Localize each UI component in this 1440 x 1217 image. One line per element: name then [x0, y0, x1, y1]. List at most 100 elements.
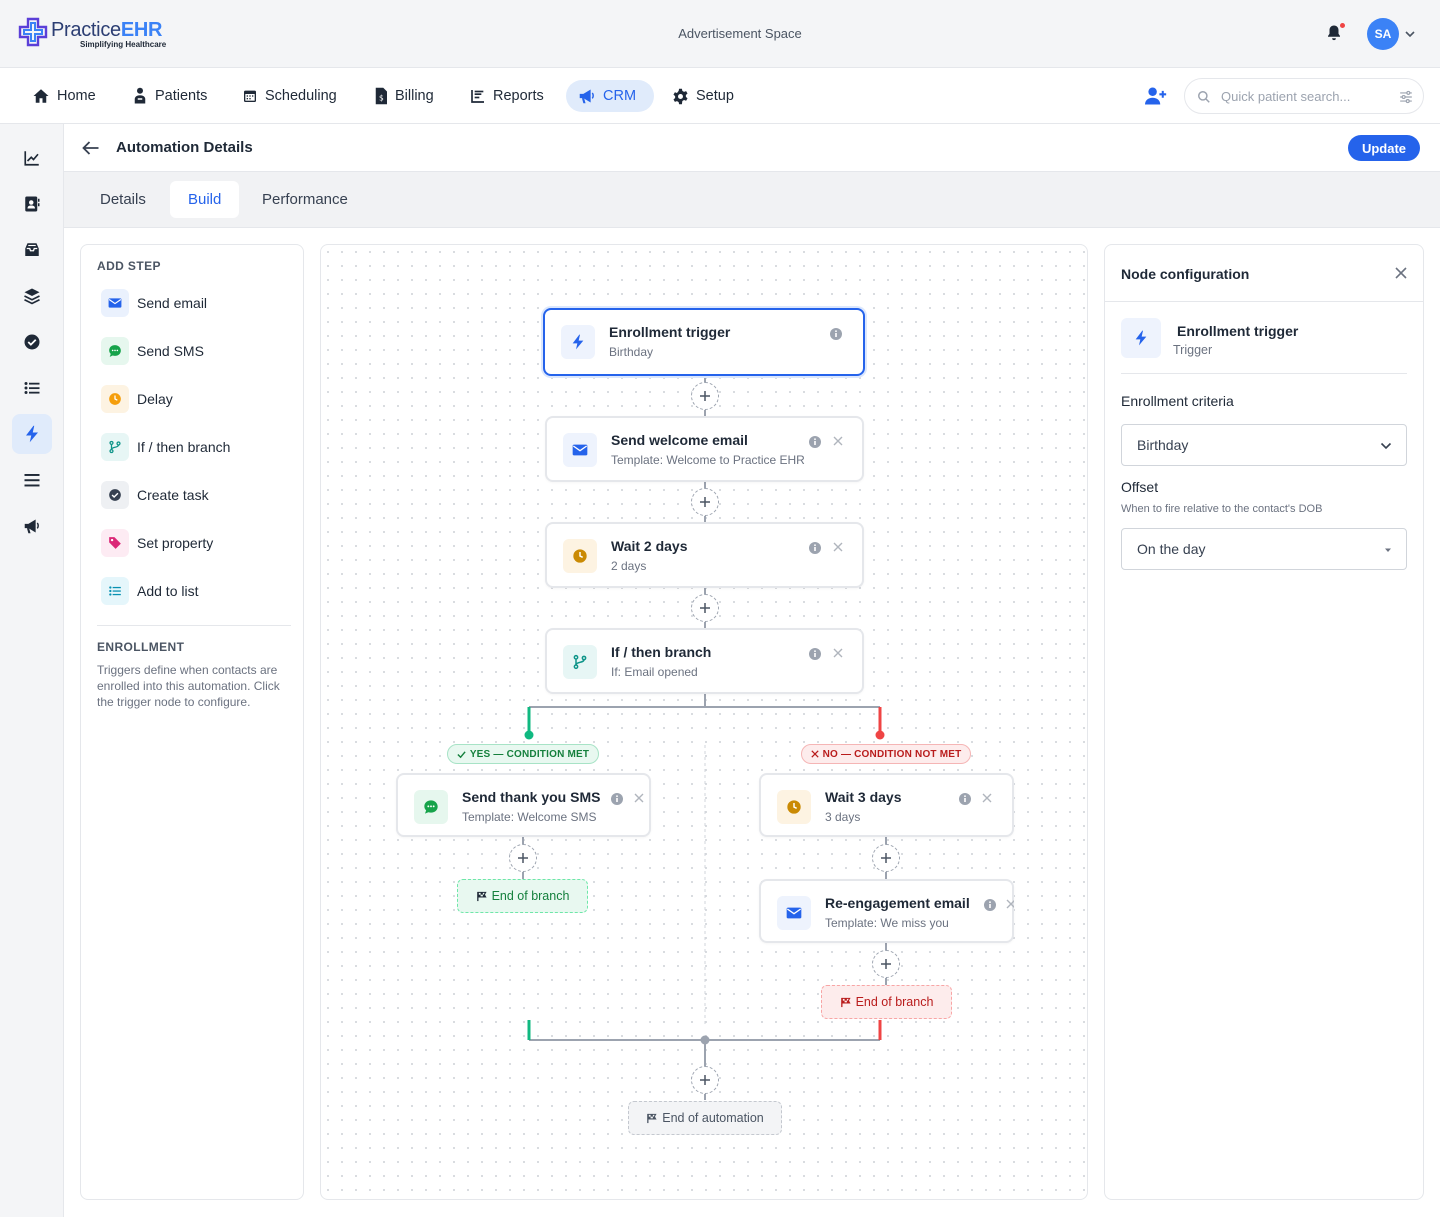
rail-tasks[interactable]: [12, 322, 52, 362]
close-icon[interactable]: [1006, 899, 1014, 909]
page-title: Automation Details: [116, 139, 253, 156]
rail-campaigns[interactable]: [12, 506, 52, 546]
close-icon[interactable]: [833, 542, 843, 552]
offset-label: Offset: [1121, 479, 1159, 495]
step-if-then-branch[interactable]: If / then branch: [101, 432, 230, 462]
close-icon[interactable]: [833, 648, 843, 658]
enrollment-criteria-select[interactable]: Birthday: [1121, 424, 1407, 466]
add-step-plus[interactable]: [509, 844, 537, 872]
close-icon[interactable]: [833, 436, 843, 446]
tab-details[interactable]: Details: [82, 181, 164, 218]
step-add-to-list[interactable]: Add to list: [101, 576, 198, 606]
plus-icon: [881, 853, 891, 863]
chevron-down-icon[interactable]: [1404, 28, 1416, 40]
step-send-sms[interactable]: Send SMS: [101, 336, 204, 366]
add-step-plus[interactable]: [691, 594, 719, 622]
node-title: If / then branch: [611, 644, 712, 660]
config-selected-node: Enrollment trigger Trigger: [1121, 318, 1407, 374]
info-icon[interactable]: [611, 793, 623, 805]
step-send-email[interactable]: Send email: [101, 288, 207, 318]
add-patient-icon[interactable]: [1145, 86, 1167, 106]
info-icon[interactable]: [830, 328, 842, 340]
add-step-plus[interactable]: [691, 488, 719, 516]
home-icon: [33, 89, 49, 103]
clock-icon: [101, 385, 129, 413]
nav-reports[interactable]: Reports: [458, 80, 556, 112]
nav-home-label: Home: [57, 88, 96, 104]
rail-inbox[interactable]: [12, 230, 52, 270]
nav-home[interactable]: Home: [20, 80, 108, 112]
step-label: If / then branch: [137, 439, 231, 455]
rail-lists[interactable]: [12, 368, 52, 408]
tab-bar: Details Build Performance: [64, 172, 1440, 228]
chart-line-icon: [24, 151, 39, 166]
rail-menu[interactable]: [12, 460, 52, 500]
notification-bell-icon[interactable]: [1325, 23, 1345, 42]
gear-icon: [673, 88, 688, 104]
nav-billing[interactable]: $ Billing: [362, 80, 446, 112]
yes-branch-label: YES — CONDITION MET: [447, 744, 599, 764]
step-label: Send email: [137, 295, 208, 311]
node-send-thank-you-sms[interactable]: Send thank you SMS Template: Welcome SMS: [396, 773, 651, 837]
node-if-then-branch[interactable]: If / then branch If: Email opened: [545, 628, 864, 694]
node-subtitle: If: Email opened: [611, 665, 698, 679]
no-label-text: NO — CONDITION NOT MET: [822, 748, 962, 760]
flow-canvas[interactable]: Enrollment trigger Birthday Send welcome…: [320, 244, 1088, 1200]
info-icon[interactable]: [959, 793, 971, 805]
info-icon[interactable]: [809, 648, 821, 660]
node-wait-3-days[interactable]: Wait 3 days 3 days: [759, 773, 1014, 837]
filter-sliders-icon[interactable]: [1399, 90, 1413, 104]
x-icon: [810, 750, 819, 758]
update-button[interactable]: Update: [1348, 135, 1420, 161]
node-subtitle: Birthday: [609, 345, 654, 359]
offset-select[interactable]: On the day: [1121, 528, 1407, 570]
sms-icon: [414, 790, 448, 824]
branch-icon: [563, 645, 597, 679]
node-re-engagement-email[interactable]: Re-engagement email Template: We miss yo…: [759, 879, 1014, 943]
add-step-plus[interactable]: [872, 844, 900, 872]
add-step-plus[interactable]: [691, 382, 719, 410]
rail-contacts[interactable]: [12, 184, 52, 224]
enrollment-criteria-label: Enrollment criteria: [1121, 393, 1234, 409]
check-circle-icon: [101, 481, 129, 509]
user-avatar[interactable]: SA: [1367, 18, 1399, 50]
list-icon: [24, 382, 40, 394]
flag-icon: [840, 997, 851, 1007]
patient-search[interactable]: Quick patient search...: [1184, 78, 1424, 114]
layers-icon: [24, 288, 40, 305]
clock-icon: [777, 790, 811, 824]
node-send-welcome-email[interactable]: Send welcome email Template: Welcome to …: [545, 416, 864, 482]
add-step-plus[interactable]: [691, 1066, 719, 1094]
close-icon[interactable]: [982, 793, 992, 803]
step-set-property[interactable]: Set property: [101, 528, 213, 558]
nav-setup[interactable]: Setup: [660, 80, 746, 112]
tab-build[interactable]: Build: [170, 181, 240, 218]
step-delay[interactable]: Delay: [101, 384, 173, 414]
node-enrollment-trigger[interactable]: Enrollment trigger Birthday: [543, 308, 865, 376]
rail-automations[interactable]: [12, 414, 52, 454]
search-input[interactable]: Quick patient search...: [1221, 89, 1350, 104]
nav-crm[interactable]: CRM: [566, 80, 654, 112]
close-icon[interactable]: [634, 793, 644, 803]
step-label: Send SMS: [137, 343, 204, 359]
add-step-plus[interactable]: [872, 950, 900, 978]
step-create-task[interactable]: Create task: [101, 480, 209, 510]
rail-layers[interactable]: [12, 276, 52, 316]
step-label: Set property: [137, 535, 214, 551]
tab-performance[interactable]: Performance: [244, 181, 366, 218]
node-title: Re-engagement email: [825, 895, 970, 911]
info-icon[interactable]: [809, 542, 821, 554]
node-subtitle: Template: Welcome SMS: [462, 810, 597, 824]
info-icon[interactable]: [984, 899, 996, 911]
back-arrow-icon[interactable]: [82, 140, 100, 156]
close-icon[interactable]: [1395, 267, 1407, 279]
nav-scheduling[interactable]: Scheduling: [230, 80, 349, 112]
rail-analytics[interactable]: [12, 138, 52, 178]
info-icon[interactable]: [809, 436, 821, 448]
node-title: Wait 3 days: [825, 789, 902, 805]
nav-setup-label: Setup: [696, 88, 734, 104]
node-wait-2-days[interactable]: Wait 2 days 2 days: [545, 522, 864, 588]
nav-patients[interactable]: Patients: [120, 80, 219, 112]
contacts-icon: [25, 196, 40, 212]
node-title: Enrollment trigger: [609, 324, 731, 340]
